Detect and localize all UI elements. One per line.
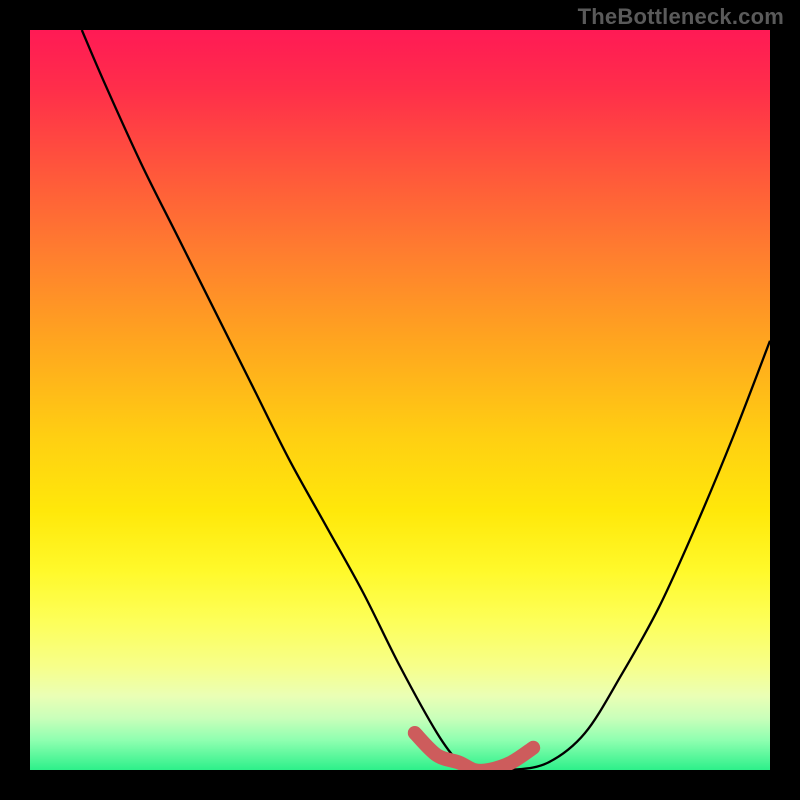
gradient-background [30, 30, 770, 770]
frame: TheBottleneck.com [0, 0, 800, 800]
watermark: TheBottleneck.com [578, 4, 784, 30]
